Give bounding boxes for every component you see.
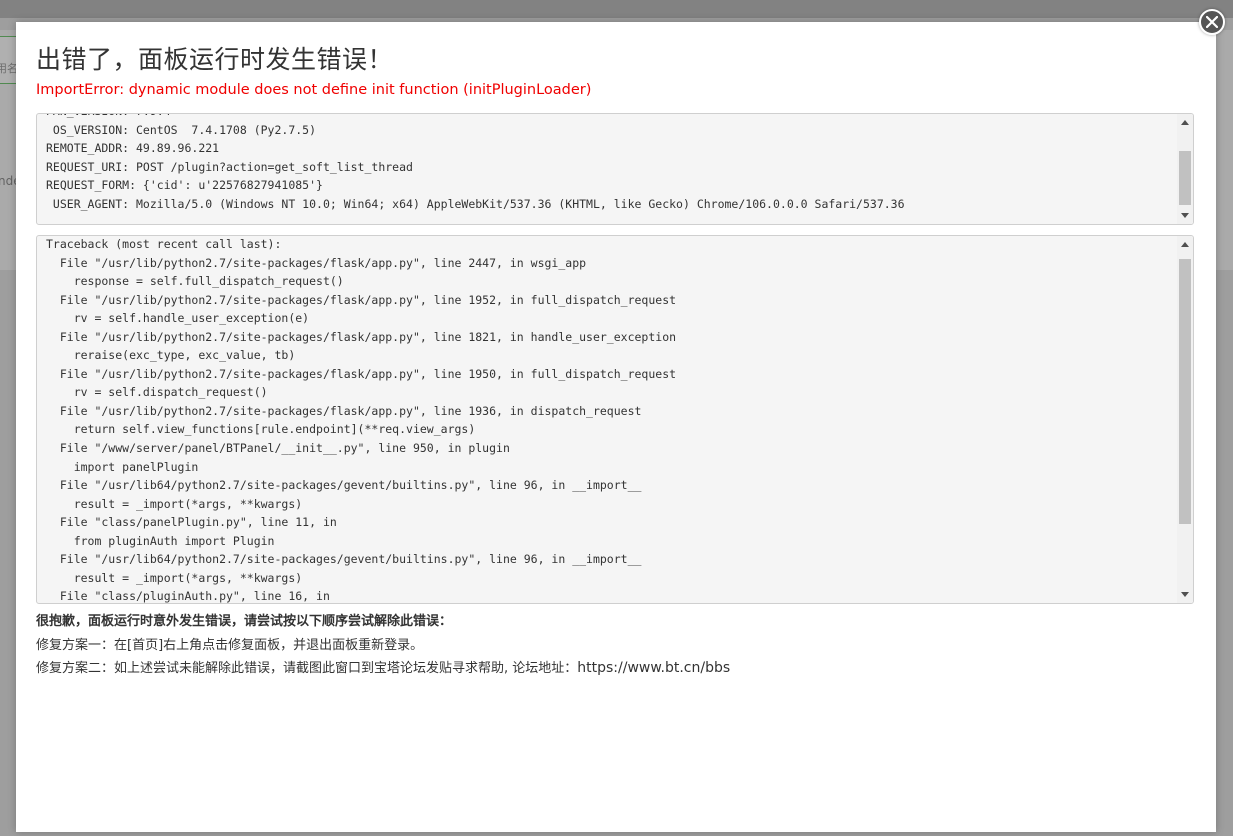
request-info-scrollbar[interactable] (1177, 114, 1193, 224)
traceback-line: rv = self.handle_user_exception(e) (46, 311, 310, 326)
traceback-line: File "/usr/lib/python2.7/site-packages/f… (46, 366, 677, 381)
traceback-line: File "/usr/lib/python2.7/site-packages/f… (46, 255, 587, 270)
traceback-line: result = _import(*args, **kwargs) (46, 496, 303, 511)
help-heading: 很抱歉，面板运行时意外发生错误，请尝试按以下顺序尝试解除此错误： (36, 614, 453, 629)
traceback-line: import panelPlugin (46, 459, 199, 474)
traceback-line: File "/usr/lib64/python2.7/site-packages… (46, 478, 642, 493)
traceback-line: response = self.full_dispatch_request() (46, 274, 344, 289)
traceback-line: rv = self.dispatch_request() (46, 385, 268, 400)
request-info-box[interactable]: PAN_VERSION: 7.9.4 OS_VERSION: CentOS 7.… (36, 113, 1194, 225)
request-info-line: USER_AGENT: Mozilla/5.0 (Windows NT 10.0… (46, 196, 905, 211)
traceback-line: result = _import(*args, **kwargs) (46, 570, 303, 585)
scroll-up-arrow-icon[interactable] (1181, 242, 1189, 247)
scroll-down-arrow-icon[interactable] (1181, 592, 1189, 597)
fix-option-two: 修复方案二：如上述尝试未能解除此错误，请截图此窗口到宝塔论坛发贴寻求帮助, 论坛… (36, 657, 730, 676)
scroll-thumb[interactable] (1179, 259, 1191, 524)
traceback-line: from pluginAuth import Plugin (46, 533, 275, 548)
scroll-down-arrow-icon[interactable] (1181, 213, 1189, 218)
fix-option-two-text: 修复方案二：如上述尝试未能解除此错误，请截图此窗口到宝塔论坛发贴寻求帮助, 论坛… (36, 661, 578, 676)
traceback-line: File "class/pluginAuth.py", line 16, in (46, 589, 330, 603)
error-dialog: 出错了，面板运行时发生错误！ ImportError: dynamic modu… (16, 22, 1216, 832)
close-icon (1206, 16, 1218, 28)
traceback-line: File "/usr/lib/python2.7/site-packages/f… (46, 292, 677, 307)
request-info-line: PAN_VERSION: 7.9.4 (37, 114, 1177, 121)
request-info-content: PAN_VERSION: 7.9.4 OS_VERSION: CentOS 7.… (37, 114, 1177, 224)
request-info-line: OS_VERSION: CentOS 7.4.1708 (Py2.7.5) (46, 122, 317, 137)
traceback-line: return self.view_functions[rule.endpoint… (46, 422, 476, 437)
traceback-line: reraise(exc_type, exc_value, tb) (46, 348, 296, 363)
traceback-scrollbar[interactable] (1177, 236, 1193, 603)
traceback-line: File "/www/server/panel/BTPanel/__init__… (46, 441, 510, 456)
request-info-line: REQUEST_FORM: {'cid': u'22576827941085'} (46, 178, 323, 193)
traceback-box[interactable]: Traceback (most recent call last): File … (36, 235, 1194, 604)
request-info-line: REMOTE_ADDR: 49.89.96.221 (46, 141, 220, 156)
dialog-title: 出错了，面板运行时发生错误！ (36, 45, 394, 74)
traceback-content: Traceback (most recent call last): File … (37, 236, 1177, 603)
scroll-up-arrow-icon[interactable] (1181, 120, 1189, 125)
traceback-line: File "/usr/lib64/python2.7/site-packages… (46, 552, 642, 567)
scroll-thumb[interactable] (1179, 151, 1191, 205)
error-message: ImportError: dynamic module does not def… (36, 82, 592, 98)
forum-link[interactable]: https://www.bt.cn/bbs (577, 660, 730, 676)
close-button[interactable] (1199, 9, 1225, 35)
request-info-line: REQUEST_URI: POST /plugin?action=get_sof… (46, 159, 413, 174)
traceback-line: Traceback (most recent call last): (46, 237, 282, 251)
fix-option-one: 修复方案一：在[首页]右上角点击修复面板，并退出面板重新登录。 (36, 638, 424, 653)
traceback-line: File "class/panelPlugin.py", line 11, in (46, 515, 337, 530)
traceback-line: File "/usr/lib/python2.7/site-packages/f… (46, 329, 677, 344)
traceback-line: File "/usr/lib/python2.7/site-packages/f… (46, 403, 642, 418)
